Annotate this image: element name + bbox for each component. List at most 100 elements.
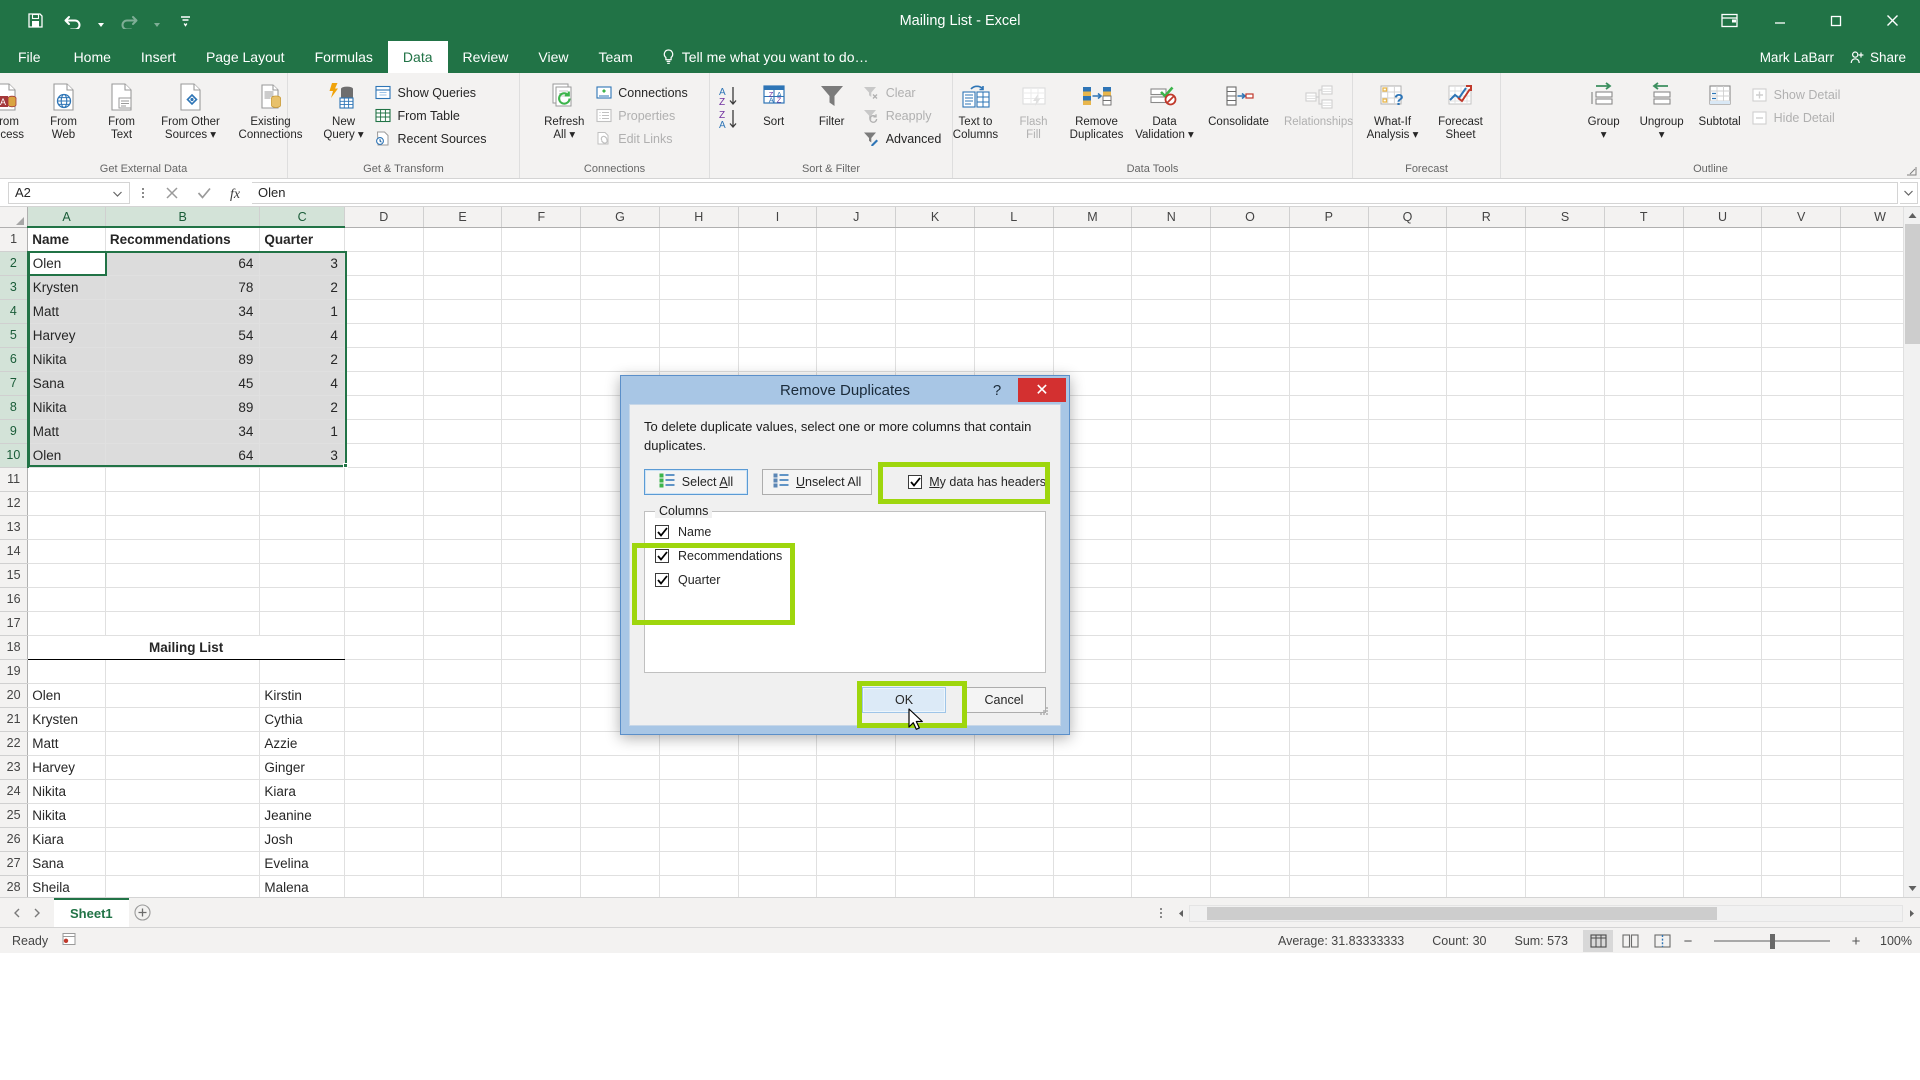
scroll-down-arrow-icon[interactable] (1904, 880, 1920, 897)
cell-p11[interactable] (1289, 467, 1369, 492)
help-icon[interactable]: ? (983, 378, 1011, 402)
cell-f18[interactable] (501, 635, 582, 660)
cell-t20[interactable] (1604, 683, 1684, 708)
cell-d20[interactable] (344, 683, 424, 708)
cell-t17[interactable] (1604, 611, 1684, 636)
cell-d6[interactable] (344, 347, 424, 372)
cell-u14[interactable] (1683, 539, 1763, 564)
cell-a22[interactable]: Matt (27, 731, 106, 756)
cell-c8[interactable]: 2 (259, 395, 345, 420)
cell-f19[interactable] (501, 659, 582, 684)
cell-u21[interactable] (1683, 707, 1763, 732)
cell-d27[interactable] (344, 851, 424, 876)
data-validation-button[interactable]: Data Validation ▾ (1131, 77, 1199, 142)
cell-s25[interactable] (1525, 803, 1605, 828)
column-header-f[interactable]: F (501, 207, 582, 228)
cell-q22[interactable] (1368, 731, 1448, 756)
cell-f13[interactable] (501, 515, 582, 540)
row-header-2[interactable]: 2 (0, 251, 29, 276)
cell-r7[interactable] (1446, 371, 1527, 396)
cell-q10[interactable] (1368, 443, 1448, 468)
expand-formula-bar-icon[interactable] (1900, 181, 1918, 204)
cell-c2[interactable]: 3 (259, 251, 345, 276)
cell-d25[interactable] (344, 803, 424, 828)
cell-q3[interactable] (1368, 275, 1448, 300)
cell-i2[interactable] (738, 251, 818, 276)
cell-c26[interactable]: Josh (259, 827, 345, 852)
cell-e13[interactable] (423, 515, 503, 540)
cell-p15[interactable] (1289, 563, 1369, 588)
cell-u5[interactable] (1683, 323, 1763, 348)
cell-b21[interactable] (105, 707, 261, 732)
zoom-slider[interactable] (1706, 930, 1838, 952)
cell-f11[interactable] (501, 467, 582, 492)
cell-v24[interactable] (1761, 779, 1842, 804)
cell-p4[interactable] (1289, 299, 1369, 324)
cell-o20[interactable] (1210, 683, 1290, 708)
cell-o12[interactable] (1210, 491, 1290, 516)
cell-a8[interactable]: Nikita (27, 395, 106, 420)
cell-p9[interactable] (1289, 419, 1369, 444)
vertical-scrollbar[interactable] (1903, 207, 1920, 897)
cell-s17[interactable] (1525, 611, 1605, 636)
cell-g23[interactable] (580, 755, 660, 780)
cell-s15[interactable] (1525, 563, 1605, 588)
cell-t14[interactable] (1604, 539, 1684, 564)
cell-f26[interactable] (501, 827, 582, 852)
cell-c12[interactable] (259, 491, 345, 516)
cell-a11[interactable] (27, 467, 106, 492)
cell-r5[interactable] (1446, 323, 1527, 348)
cell-v9[interactable] (1761, 419, 1842, 444)
cell-h27[interactable] (659, 851, 739, 876)
cell-k1[interactable] (895, 227, 975, 252)
cell-v5[interactable] (1761, 323, 1842, 348)
row-header-12[interactable]: 12 (0, 491, 29, 516)
cell-e11[interactable] (423, 467, 503, 492)
cell-u28[interactable] (1683, 875, 1763, 897)
cell-b8[interactable]: 89 (105, 395, 261, 420)
cell-e16[interactable] (423, 587, 503, 612)
cell-g4[interactable] (580, 299, 660, 324)
close-icon[interactable] (1864, 0, 1920, 41)
cancel-button[interactable]: Cancel (962, 687, 1046, 713)
cell-m28[interactable] (1053, 875, 1133, 897)
cell-n8[interactable] (1131, 395, 1212, 420)
cell-p7[interactable] (1289, 371, 1369, 396)
cell-r1[interactable] (1446, 227, 1527, 252)
cell-p5[interactable] (1289, 323, 1369, 348)
cell-a2[interactable]: Olen (27, 251, 106, 276)
cell-m1[interactable] (1053, 227, 1133, 252)
column-header-m[interactable]: M (1053, 207, 1133, 228)
cell-c4[interactable]: 1 (259, 299, 345, 324)
cell-h2[interactable] (659, 251, 739, 276)
cell-q21[interactable] (1368, 707, 1448, 732)
cell-m27[interactable] (1053, 851, 1133, 876)
cell-b6[interactable]: 89 (105, 347, 261, 372)
cell-b23[interactable] (105, 755, 261, 780)
cell-v20[interactable] (1761, 683, 1842, 708)
cell-a21[interactable]: Krysten (27, 707, 106, 732)
next-sheet-icon[interactable] (28, 903, 46, 923)
cell-c9[interactable]: 1 (259, 419, 345, 444)
cell-c15[interactable] (259, 563, 345, 588)
cell-q20[interactable] (1368, 683, 1448, 708)
cell-t9[interactable] (1604, 419, 1684, 444)
cell-e12[interactable] (423, 491, 503, 516)
cell-a5[interactable]: Harvey (27, 323, 106, 348)
cell-t21[interactable] (1604, 707, 1684, 732)
cell-o25[interactable] (1210, 803, 1290, 828)
from-web-button[interactable]: From Web (35, 77, 93, 142)
tab-data[interactable]: Data (387, 41, 448, 73)
cell-c3[interactable]: 2 (259, 275, 345, 300)
cell-t8[interactable] (1604, 395, 1684, 420)
cell-n28[interactable] (1131, 875, 1212, 897)
cell-o23[interactable] (1210, 755, 1290, 780)
cell-j1[interactable] (816, 227, 897, 252)
cell-t7[interactable] (1604, 371, 1684, 396)
vertical-scrollbar-thumb[interactable] (1905, 224, 1920, 344)
cell-h26[interactable] (659, 827, 739, 852)
cell-v8[interactable] (1761, 395, 1842, 420)
column-header-h[interactable]: H (659, 207, 739, 228)
cell-u3[interactable] (1683, 275, 1763, 300)
cell-o8[interactable] (1210, 395, 1290, 420)
